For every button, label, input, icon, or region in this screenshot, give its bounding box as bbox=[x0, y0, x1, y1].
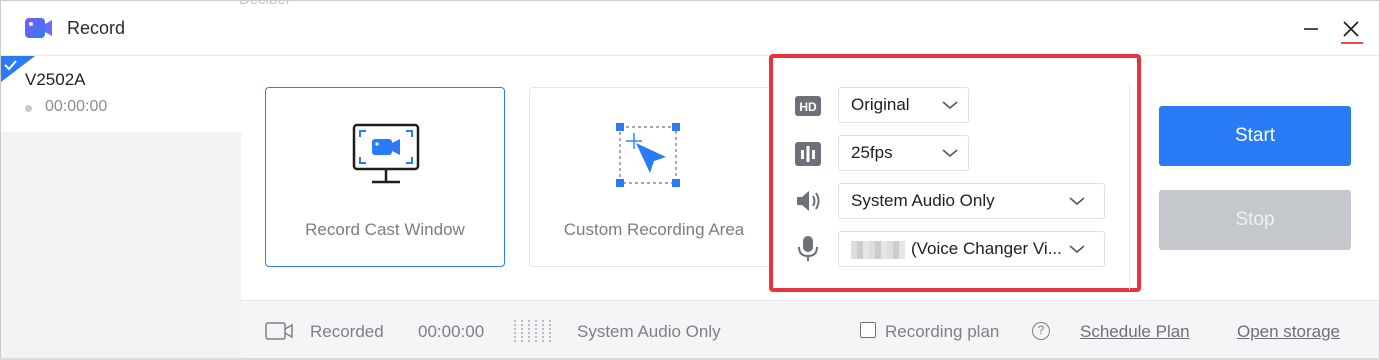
microphone-value: (Voice Changer Vi... bbox=[911, 239, 1062, 258]
stop-button[interactable]: Stop bbox=[1159, 190, 1351, 250]
custom-recording-area-card[interactable]: Custom Recording Area bbox=[529, 87, 779, 267]
video-camera-icon bbox=[265, 322, 293, 340]
record-cast-window-card[interactable]: Record Cast Window bbox=[265, 87, 505, 267]
framerate-select[interactable]: 25fps bbox=[838, 135, 969, 171]
microphone-select[interactable]: (Voice Changer Vi... bbox=[838, 231, 1105, 267]
close-icon[interactable] bbox=[1337, 15, 1365, 43]
svg-text:HD: HD bbox=[799, 100, 817, 114]
recording-plan-checkbox[interactable] bbox=[860, 322, 876, 338]
settings-divider bbox=[1129, 85, 1130, 290]
framerate-value: 25fps bbox=[851, 143, 893, 162]
speaker-icon bbox=[797, 191, 820, 211]
recording-plan-label[interactable]: Recording plan bbox=[885, 322, 999, 342]
quality-select[interactable]: Original bbox=[838, 87, 969, 123]
app-logo-icon bbox=[25, 18, 52, 38]
system-audio-select[interactable]: System Audio Only bbox=[838, 183, 1105, 219]
sidebar: V2502A 00:00:00 bbox=[1, 56, 241, 359]
chevron-down-icon bbox=[1069, 197, 1085, 206]
redacted-device-name bbox=[851, 240, 905, 259]
record-window: Record Decibel V2502A 00:00:00 bbox=[0, 0, 1380, 360]
session-status-dot bbox=[25, 105, 32, 112]
help-icon[interactable]: ? bbox=[1032, 322, 1050, 340]
window-title: Record bbox=[67, 18, 126, 38]
fps-bars-icon bbox=[795, 142, 821, 166]
status-footer: Recorded 00:00:00 System Audio Only Reco… bbox=[241, 301, 1379, 359]
chevron-down-icon bbox=[942, 149, 958, 158]
custom-area-icon bbox=[616, 123, 680, 187]
start-button[interactable]: Start bbox=[1159, 106, 1351, 166]
cast-window-label: Record Cast Window bbox=[305, 220, 465, 239]
audio-level-meter-icon bbox=[514, 320, 551, 342]
microphone-icon bbox=[798, 236, 818, 261]
quality-value: Original bbox=[851, 95, 910, 114]
session-item[interactable]: V2502A 00:00:00 bbox=[1, 56, 241, 132]
cast-window-icon bbox=[352, 123, 420, 184]
audio-mode-status: System Audio Only bbox=[577, 322, 721, 341]
session-name: V2502A bbox=[25, 70, 86, 89]
chevron-down-icon bbox=[942, 101, 958, 110]
open-storage-link[interactable]: Open storage bbox=[1237, 322, 1340, 342]
background-ghost-text: Decibel bbox=[239, 0, 289, 8]
recorded-label: Recorded bbox=[310, 322, 384, 341]
custom-area-label: Custom Recording Area bbox=[563, 220, 745, 239]
session-time: 00:00:00 bbox=[45, 98, 108, 115]
recorded-time: 00:00:00 bbox=[418, 322, 485, 341]
chevron-down-icon bbox=[1069, 245, 1085, 254]
schedule-plan-link[interactable]: Schedule Plan bbox=[1080, 322, 1190, 342]
close-hover-indicator bbox=[1341, 42, 1363, 44]
system-audio-value: System Audio Only bbox=[851, 191, 995, 210]
microphone-value-wrap: (Voice Changer Vi... bbox=[851, 239, 1062, 259]
minimize-icon[interactable] bbox=[1297, 15, 1325, 43]
title-bar: Record Decibel bbox=[1, 0, 1379, 55]
hd-icon: HD bbox=[795, 96, 821, 116]
